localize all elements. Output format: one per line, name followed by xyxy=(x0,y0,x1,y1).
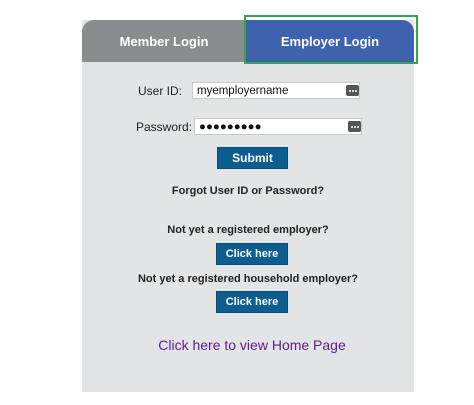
home-page-link[interactable]: Click here to view Home Page xyxy=(82,337,422,353)
register-household-button[interactable]: Click here xyxy=(216,291,288,313)
password-label: Password: xyxy=(135,120,192,134)
password-input[interactable] xyxy=(194,118,362,135)
tab-member-login[interactable]: Member Login xyxy=(82,20,246,62)
register-employer-button[interactable]: Click here xyxy=(216,243,288,265)
user-id-label: User ID: xyxy=(137,84,182,98)
forgot-credentials-link[interactable]: Forgot User ID or Password? xyxy=(82,185,414,197)
household-register-prompt: Not yet a registered household employer? xyxy=(137,273,359,285)
user-id-input[interactable] xyxy=(192,82,360,99)
tab-employer-label: Employer Login xyxy=(280,33,380,49)
submit-button[interactable]: Submit xyxy=(217,147,288,169)
employer-register-prompt: Not yet a registered employer? xyxy=(167,224,329,236)
password-manager-icon[interactable] xyxy=(346,85,359,96)
tab-employer-login[interactable]: Employer Login xyxy=(246,20,414,62)
tab-member-label: Member Login xyxy=(119,33,209,49)
password-manager-icon-2[interactable] xyxy=(348,121,361,132)
